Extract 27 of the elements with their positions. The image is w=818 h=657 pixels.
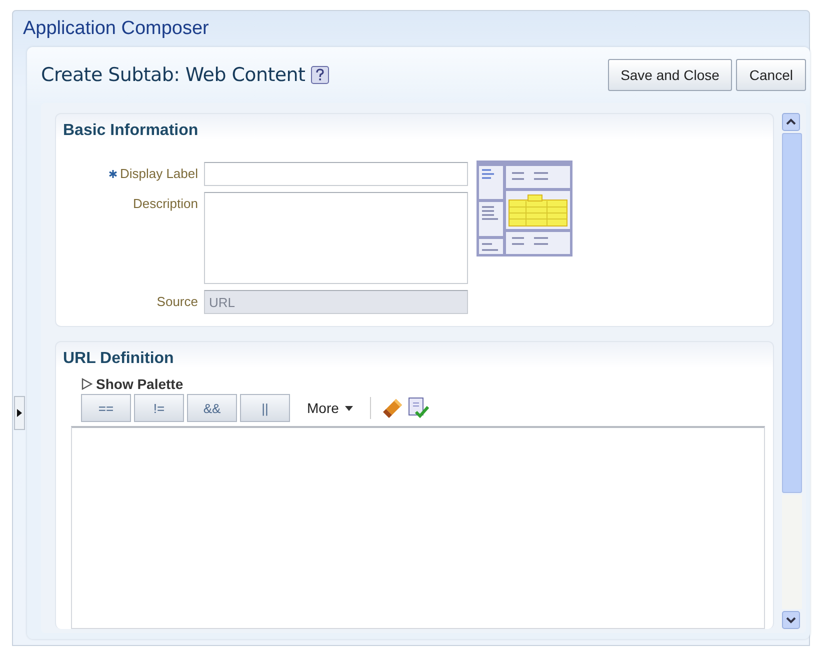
operator-button[interactable]: != (134, 394, 184, 422)
operator-button[interactable]: || (240, 394, 290, 422)
show-palette-link[interactable]: Show Palette (96, 376, 184, 392)
readonly-field: URL (204, 290, 468, 314)
expand-icon[interactable] (81, 378, 93, 390)
field-label: Source (156, 294, 198, 309)
section-title: URL Definition (63, 350, 175, 368)
field-label: Display Label (120, 166, 198, 181)
header-button[interactable]: Cancel (736, 59, 806, 91)
page-title: Create Subtab: Web Content (41, 64, 306, 86)
scrollbar-thumb[interactable] (782, 133, 802, 493)
section-title: Basic Information (63, 122, 200, 140)
eraser-icon[interactable] (382, 397, 404, 419)
validate-icon[interactable] (406, 397, 429, 419)
textarea-field[interactable] (204, 192, 468, 284)
collapse-handle[interactable] (14, 396, 25, 430)
operator-button[interactable]: == (81, 394, 131, 422)
more-menu-button[interactable]: More (293, 400, 367, 416)
operator-button[interactable]: && (187, 394, 237, 422)
scroll-up-icon[interactable] (782, 113, 800, 131)
caret-icon (344, 406, 353, 410)
app-title: Application Composer (23, 17, 210, 41)
scroll-down-icon[interactable] (782, 611, 800, 629)
input-field[interactable] (204, 162, 468, 186)
header-button[interactable]: Save and Close (608, 59, 732, 91)
help-icon[interactable] (311, 66, 330, 84)
field-label: Description (132, 196, 198, 211)
